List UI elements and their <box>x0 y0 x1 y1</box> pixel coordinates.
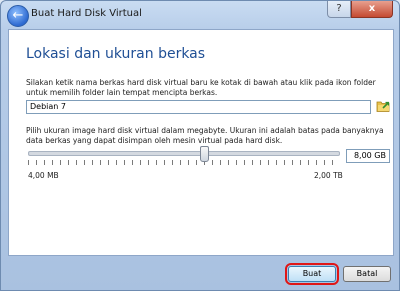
create-button[interactable]: Buat <box>285 263 339 285</box>
location-description: Silakan ketik nama berkas hard disk virt… <box>26 78 376 97</box>
folder-icon[interactable] <box>376 99 390 113</box>
wizard-content: Lokasi dan ukuran berkas Silakan ketik n… <box>8 29 394 256</box>
back-arrow-icon[interactable]: ← <box>7 5 29 27</box>
page-title: Lokasi dan ukuran berkas <box>26 46 206 62</box>
dialog-window: ← Buat Hard Disk Virtual ? x Lokasi dan … <box>0 0 400 291</box>
help-button[interactable]: ? <box>327 1 351 18</box>
slider-min-label: 4,00 MB <box>28 171 59 180</box>
file-name-input[interactable] <box>26 100 371 114</box>
cancel-button[interactable]: Batal <box>343 266 391 282</box>
size-slider-thumb[interactable] <box>200 146 210 162</box>
window-title: Buat Hard Disk Virtual <box>31 8 142 19</box>
size-slider-ticks <box>28 160 340 165</box>
window-controls: ? x <box>327 1 393 18</box>
size-slider-track[interactable] <box>28 151 340 156</box>
slider-max-label: 2,00 TB <box>314 171 343 180</box>
size-input[interactable]: 8,00 GB <box>346 149 390 163</box>
close-button[interactable]: x <box>351 1 393 18</box>
title-bar: ← Buat Hard Disk Virtual ? x <box>1 1 399 29</box>
size-description: Pilih ukuran image hard disk virtual dal… <box>26 126 384 145</box>
